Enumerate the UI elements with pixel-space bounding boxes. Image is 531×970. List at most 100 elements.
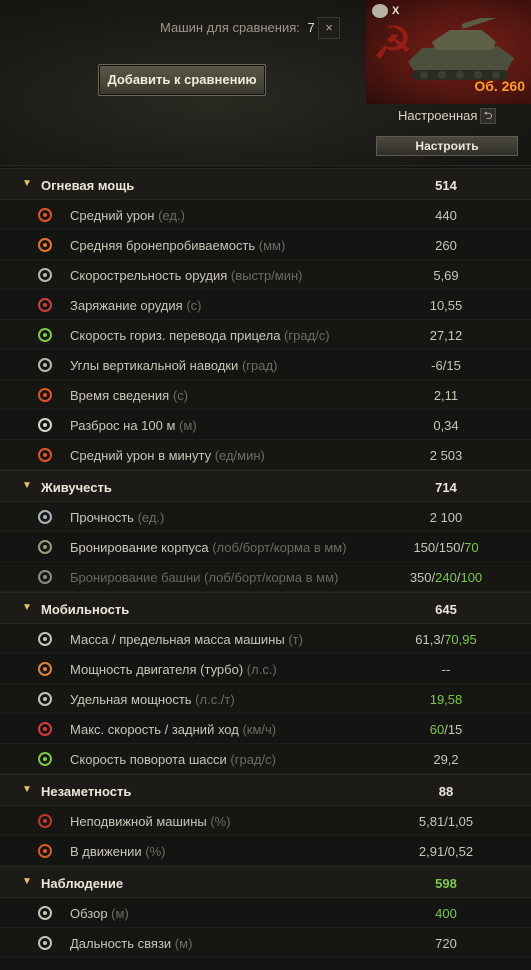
stat-row: Средний урон в минуту (ед/мин) 2 503 bbox=[0, 440, 531, 470]
section-title: Мобильность bbox=[41, 602, 130, 617]
stat-value-text: 5,81/1,05 bbox=[418, 814, 474, 829]
tank-class-icon bbox=[372, 4, 388, 18]
stat-unit: (град) bbox=[241, 358, 278, 373]
stat-label: Масса / предельная масса машины (т) bbox=[70, 632, 303, 647]
stat-unit: (выстр/мин) bbox=[230, 268, 303, 283]
traverse-icon bbox=[38, 328, 52, 342]
stat-label-text: Средняя бронепробиваемость bbox=[70, 238, 256, 253]
stat-label-text: Неподвижной машины bbox=[70, 814, 207, 829]
stat-row: Макс. скорость / задний ход (км/ч) 60/15 bbox=[0, 714, 531, 744]
section-value-text: 514 bbox=[435, 178, 457, 193]
stat-row: Углы вертикальной наводки (град) -6/15 bbox=[0, 350, 531, 380]
add-to-comparison-button[interactable]: Добавить к сравнению bbox=[98, 64, 266, 96]
stat-label-text: Скорострельность орудия bbox=[70, 268, 228, 283]
stat-value-text: 720 bbox=[435, 936, 457, 951]
stat-row: Неподвижной машины (%) 5,81/1,05 bbox=[0, 806, 531, 836]
stat-unit: (ед.) bbox=[137, 510, 165, 525]
stat-value-part: 150 bbox=[413, 540, 436, 555]
configure-button[interactable]: Настроить bbox=[376, 136, 518, 156]
section-value-text: 645 bbox=[435, 602, 457, 617]
stat-value-text: 60/15 bbox=[429, 722, 463, 737]
stat-unit: (%) bbox=[145, 844, 166, 859]
section-header[interactable]: ▼ Наблюдение 598 bbox=[0, 866, 531, 898]
stat-unit: (ед/мин) bbox=[214, 448, 265, 463]
stat-value-text: 0,34 bbox=[433, 418, 459, 433]
stat-unit: (л.с.) bbox=[246, 662, 277, 677]
stat-value-part: 60 bbox=[429, 722, 445, 737]
stat-unit: (ед.) bbox=[158, 208, 185, 223]
aim-time-icon bbox=[38, 388, 52, 402]
stat-value-part: 100 bbox=[460, 570, 483, 585]
stat-label-text: В движении bbox=[70, 844, 142, 859]
stat-label-text: Бронирование башни bbox=[70, 570, 201, 585]
chevron-down-icon[interactable]: ▼ bbox=[22, 178, 32, 189]
stat-label: Разброс на 100 м (м) bbox=[70, 418, 197, 433]
camo-stationary-icon bbox=[38, 814, 52, 828]
stat-row: В движении (%) 2,91/0,52 bbox=[0, 836, 531, 866]
stat-value-text: 27,12 bbox=[429, 328, 463, 343]
stat-value-text: 440 bbox=[435, 208, 457, 223]
stat-value-part: 150 bbox=[438, 540, 461, 555]
stat-unit: (м) bbox=[179, 418, 197, 433]
stat-value-text: 150/150/70 bbox=[413, 540, 479, 555]
hull-traverse-icon bbox=[38, 752, 52, 766]
chevron-down-icon[interactable]: ▼ bbox=[22, 784, 32, 795]
stat-unit: (км/ч) bbox=[242, 722, 277, 737]
close-icon[interactable]: × bbox=[318, 17, 340, 39]
chevron-down-icon[interactable]: ▼ bbox=[22, 480, 32, 491]
stat-row: Разброс на 100 м (м) 0,34 bbox=[0, 410, 531, 440]
section-header[interactable]: ▼ Незаметность 88 bbox=[0, 774, 531, 806]
undo-icon[interactable]: ⮌ bbox=[480, 108, 496, 124]
stat-value-text: 61,3/70,95 bbox=[415, 632, 477, 647]
comparison-header: Машин для сравнения: 7 × Добавить к срав… bbox=[0, 0, 531, 166]
stat-value-text: 5,69 bbox=[433, 268, 459, 283]
stat-label-text: Средний урон bbox=[70, 208, 155, 223]
compare-label: Машин для сравнения: bbox=[160, 20, 300, 35]
stat-label-text: Бронирование корпуса bbox=[70, 540, 209, 555]
stat-label-text: Средний урон в минуту bbox=[70, 448, 212, 463]
radio-range-icon bbox=[38, 936, 52, 950]
stat-value-text: 260 bbox=[435, 238, 457, 253]
stat-label: Углы вертикальной наводки (град) bbox=[70, 358, 277, 373]
stat-value-text: 29,2 bbox=[433, 752, 459, 767]
tank-card[interactable]: ☭ X Об. 260 bbox=[366, 0, 531, 104]
compare-count-value: 7 bbox=[307, 20, 315, 35]
section-header[interactable]: ▼ Мобильность 645 bbox=[0, 592, 531, 624]
damage-icon bbox=[38, 208, 52, 222]
stat-unit: (лоб/борт/корма в мм) bbox=[204, 570, 339, 585]
stat-label: Бронирование башни (лоб/борт/корма в мм) bbox=[70, 570, 338, 585]
compare-count: Машин для сравнения: 7 bbox=[160, 20, 315, 35]
stat-unit: (м) bbox=[174, 936, 193, 951]
stat-value-part: 350 bbox=[409, 570, 432, 585]
section-value-text: 88 bbox=[438, 784, 454, 799]
stat-value-text: 2 100 bbox=[429, 510, 463, 525]
dispersion-icon bbox=[38, 418, 52, 432]
chevron-down-icon[interactable]: ▼ bbox=[22, 602, 32, 613]
camo-moving-icon bbox=[38, 844, 52, 858]
section-title: Наблюдение bbox=[41, 876, 124, 891]
stat-label-text: Углы вертикальной наводки bbox=[70, 358, 239, 373]
stat-label: Средний урон в минуту (ед/мин) bbox=[70, 448, 265, 463]
stat-label-text: Время сведения bbox=[70, 388, 170, 403]
stat-value-text: 350/240/100 bbox=[409, 570, 483, 585]
stat-unit: (с) bbox=[172, 388, 189, 403]
stat-unit: (л.с./т) bbox=[195, 692, 235, 707]
stat-value-text: 2 503 bbox=[429, 448, 463, 463]
stat-row: Бронирование башни (лоб/борт/корма в мм)… bbox=[0, 562, 531, 592]
section-header[interactable]: ▼ Огневая мощь 514 bbox=[0, 168, 531, 200]
stat-row: Прочность (ед.) 2 100 bbox=[0, 502, 531, 532]
stat-label-text: Обзор bbox=[70, 906, 108, 921]
stat-row: Бронирование корпуса (лоб/борт/корма в м… bbox=[0, 532, 531, 562]
stat-label-text: Масса / предельная масса машины bbox=[70, 632, 285, 647]
stat-label: Скорость поворота шасси (град/с) bbox=[70, 752, 276, 767]
stat-label: В движении (%) bbox=[70, 844, 166, 859]
chevron-down-icon[interactable]: ▼ bbox=[22, 876, 32, 887]
stat-row: Масса / предельная масса машины (т) 61,3… bbox=[0, 624, 531, 654]
stat-unit: (мм) bbox=[258, 238, 286, 253]
stat-label-text: Прочность bbox=[70, 510, 134, 525]
section-header[interactable]: ▼ Живучесть 714 bbox=[0, 470, 531, 502]
tank-tier: X bbox=[392, 5, 400, 17]
hitpoints-icon bbox=[38, 510, 52, 524]
stat-label-text: Макс. скорость / задний ход bbox=[70, 722, 239, 737]
stat-row: Дальность связи (м) 720 bbox=[0, 928, 531, 958]
